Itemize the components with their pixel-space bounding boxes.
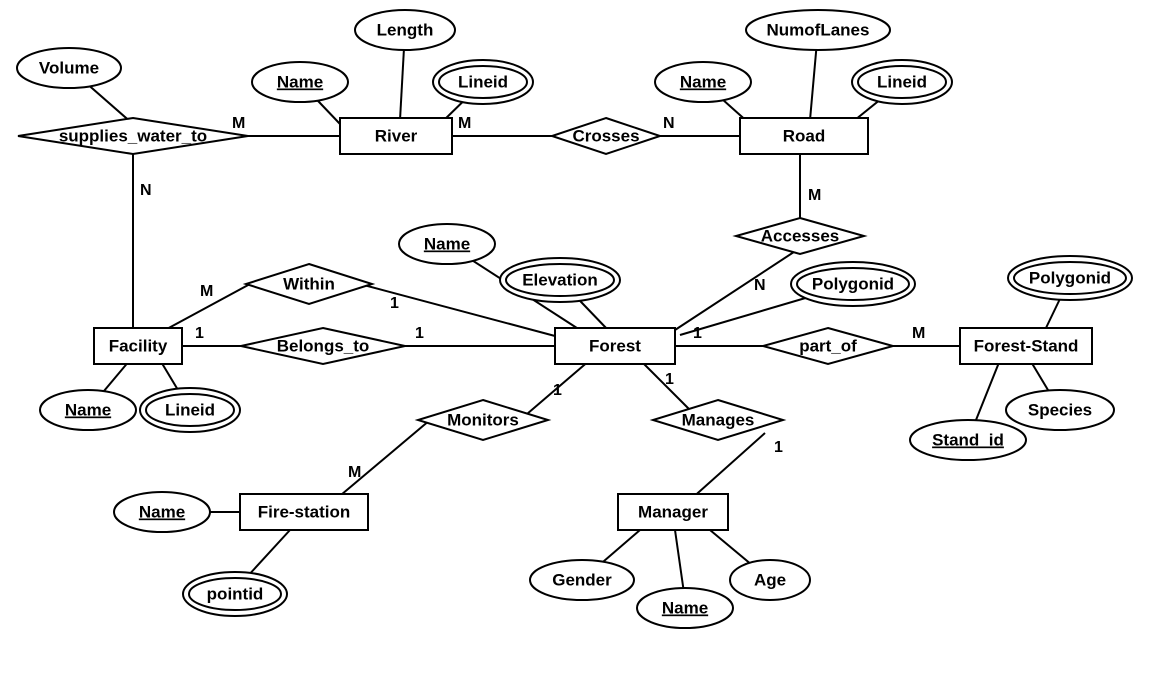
entity-facility: Facility [94, 328, 182, 364]
attr-num-of-lanes: NumofLanes [746, 10, 890, 50]
attr-river-lineid: Lineid [433, 60, 533, 104]
entity-river: River [340, 118, 452, 154]
rel-within-label: Within [283, 274, 335, 293]
attr-pointid: pointid [183, 572, 287, 616]
rel-accesses: Accesses [736, 218, 864, 254]
attr-stand-polygonid: Polygonid [1008, 256, 1132, 300]
rel-supplies-water-to: supplies_water_to [18, 118, 248, 154]
card-belongs-forest: 1 [415, 325, 424, 342]
entity-river-label: River [375, 126, 418, 145]
rel-crosses: Crosses [552, 118, 660, 154]
svg-text:Polygonid: Polygonid [812, 274, 894, 293]
attr-forest-polygonid: Polygonid [791, 262, 915, 306]
card-monitors-fire: M [348, 464, 361, 481]
svg-text:Lineid: Lineid [458, 72, 508, 91]
svg-text:Polygonid: Polygonid [1029, 268, 1111, 287]
attr-firestation-name: Name [114, 492, 210, 532]
rel-partof-label: part_of [799, 336, 857, 355]
entity-manager: Manager [618, 494, 728, 530]
er-diagram: M N M N M N M 1 1 1 1 M 1 M 1 1 [0, 0, 1156, 698]
entity-road-label: Road [783, 126, 826, 145]
attr-forest-name: Name [399, 224, 495, 264]
svg-text:Name: Name [65, 400, 111, 419]
svg-text:Age: Age [754, 570, 786, 589]
rel-belongs-label: Belongs_to [277, 336, 370, 355]
entity-forest-label: Forest [589, 336, 641, 355]
rel-belongs-to: Belongs_to [241, 328, 405, 364]
card-within-facility: M [200, 283, 213, 300]
svg-text:Name: Name [139, 502, 185, 521]
card-within-forest: 1 [390, 295, 399, 312]
card-accesses-forest: N [754, 277, 766, 294]
attr-gender: Gender [530, 560, 634, 600]
card-accesses-road: M [808, 187, 821, 204]
attr-river-name: Name [252, 62, 348, 102]
svg-text:Name: Name [662, 598, 708, 617]
rel-monitors-label: Monitors [447, 410, 519, 429]
card-monitors-forest: 1 [553, 382, 562, 399]
svg-text:Length: Length [377, 20, 434, 39]
card-supplies-river: M [232, 115, 245, 132]
svg-text:Lineid: Lineid [165, 400, 215, 419]
svg-text:NumofLanes: NumofLanes [767, 20, 870, 39]
svg-text:Lineid: Lineid [877, 72, 927, 91]
rel-manages-label: Manages [682, 410, 755, 429]
svg-text:Gender: Gender [552, 570, 612, 589]
svg-text:Species: Species [1028, 400, 1092, 419]
entity-forest-stand-label: Forest-Stand [974, 336, 1079, 355]
attr-facility-lineid: Lineid [140, 388, 240, 432]
svg-text:Elevation: Elevation [522, 270, 598, 289]
rel-supplies-label: supplies_water_to [59, 126, 207, 145]
svg-text:Name: Name [277, 72, 323, 91]
card-manages-forest: 1 [665, 371, 674, 388]
entity-fire-station-label: Fire-station [258, 502, 351, 521]
entity-forest: Forest [555, 328, 675, 364]
svg-text:Name: Name [424, 234, 470, 253]
attr-volume: Volume [17, 48, 121, 88]
attr-age: Age [730, 560, 810, 600]
svg-text:Stand_id: Stand_id [932, 430, 1004, 449]
attr-road-lineid: Lineid [852, 60, 952, 104]
card-crosses-road: N [663, 115, 675, 132]
entity-road: Road [740, 118, 868, 154]
entity-manager-label: Manager [638, 502, 708, 521]
rel-within: Within [246, 264, 372, 304]
card-belongs-facility: 1 [195, 325, 204, 342]
svg-text:pointid: pointid [207, 584, 264, 603]
attr-stand-id: Stand_id [910, 420, 1026, 460]
attr-length: Length [355, 10, 455, 50]
card-manages-manager: 1 [774, 439, 783, 456]
rel-crosses-label: Crosses [572, 126, 639, 145]
attr-elevation: Elevation [500, 258, 620, 302]
rel-monitors: Monitors [418, 400, 548, 440]
entity-forest-stand: Forest-Stand [960, 328, 1092, 364]
card-supplies-facility: N [140, 182, 152, 199]
svg-text:Name: Name [680, 72, 726, 91]
attr-road-name: Name [655, 62, 751, 102]
attr-species: Species [1006, 390, 1114, 430]
svg-text:Volume: Volume [39, 58, 99, 77]
rel-part-of: part_of [763, 328, 893, 364]
attr-facility-name: Name [40, 390, 136, 430]
entity-facility-label: Facility [109, 336, 168, 355]
card-partof-stand: M [912, 325, 925, 342]
attr-manager-name: Name [637, 588, 733, 628]
entity-fire-station: Fire-station [240, 494, 368, 530]
rel-accesses-label: Accesses [761, 226, 839, 245]
card-crosses-river: M [458, 115, 471, 132]
card-partof-forest: 1 [693, 325, 702, 342]
